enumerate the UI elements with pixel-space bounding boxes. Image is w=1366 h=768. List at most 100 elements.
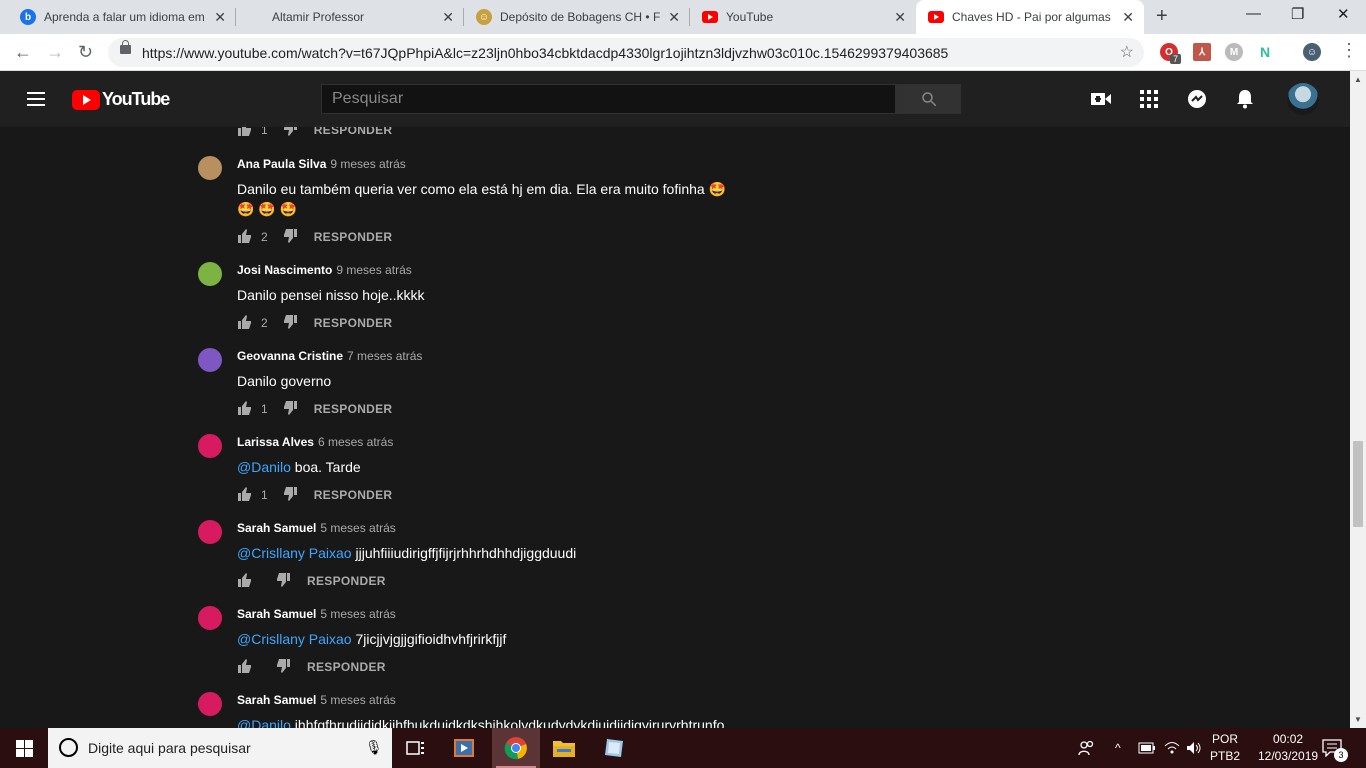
pdf-extension-icon[interactable]: ⅄ xyxy=(1193,43,1211,61)
volume-icon[interactable] xyxy=(1186,728,1202,768)
comment-mention[interactable]: @Danilo xyxy=(237,717,291,728)
comment-author[interactable]: Larissa Alves xyxy=(237,435,314,449)
mega-extension-icon[interactable]: M xyxy=(1225,43,1243,61)
comment-time[interactable]: 6 meses atrás xyxy=(318,435,393,449)
thumbs-up-icon[interactable] xyxy=(237,314,253,333)
comment-author[interactable]: Sarah Samuel xyxy=(237,521,316,535)
thumbs-down-icon[interactable] xyxy=(282,228,298,247)
thumbs-down-icon[interactable] xyxy=(282,314,298,333)
scrollbar-thumb[interactable] xyxy=(1353,441,1363,527)
comment-mention[interactable]: @Crisllany Paixao xyxy=(237,631,352,647)
page-scrollbar[interactable]: ▲ ▼ xyxy=(1350,71,1366,728)
bookmark-star-icon[interactable]: ☆ xyxy=(1120,42,1134,62)
back-arrow-icon[interactable]: ← xyxy=(14,42,32,63)
thumbs-up-icon[interactable] xyxy=(237,486,253,505)
close-tab-icon[interactable]: ✕ xyxy=(1122,9,1134,26)
reload-icon[interactable]: ↻ xyxy=(78,42,93,63)
reply-button[interactable]: RESPONDER xyxy=(314,402,393,416)
comment-text: @Crisllany Paixao jjjuhfiiiudirigffjfijr… xyxy=(237,543,757,563)
comment-author[interactable]: Josi Nascimento xyxy=(237,263,332,277)
commenter-avatar[interactable] xyxy=(198,348,222,372)
thumbs-down-icon[interactable] xyxy=(275,658,291,677)
close-tab-icon[interactable]: ✕ xyxy=(442,9,454,26)
thumbs-up-icon[interactable] xyxy=(237,658,253,677)
thumbs-down-icon[interactable] xyxy=(282,486,298,505)
media-player-icon[interactable] xyxy=(440,728,488,768)
messages-icon[interactable] xyxy=(1185,87,1209,111)
maximize-icon[interactable]: ❐ xyxy=(1291,5,1304,23)
comment-time[interactable]: 7 meses atrás xyxy=(347,349,422,363)
comment-author[interactable]: Geovanna Cristine xyxy=(237,349,343,363)
reply-button[interactable]: RESPONDER xyxy=(307,574,386,588)
close-tab-icon[interactable]: ✕ xyxy=(668,9,680,26)
account-avatar[interactable] xyxy=(1287,83,1319,115)
comment-author[interactable]: Ana Paula Silva xyxy=(237,157,326,171)
minimize-icon[interactable]: — xyxy=(1246,5,1261,22)
comment-time[interactable]: 5 meses atrás xyxy=(320,607,395,621)
profile-icon[interactable]: ☺ xyxy=(1303,43,1321,61)
address-bar[interactable]: https://www.youtube.com/watch?v=t67JQpPh… xyxy=(108,38,1144,67)
browser-tab[interactable]: b Aprenda a falar um idioma em ✕ xyxy=(8,0,236,34)
scroll-up-icon[interactable]: ▲ xyxy=(1354,75,1362,84)
scroll-down-icon[interactable]: ▼ xyxy=(1354,715,1362,724)
comment-author[interactable]: Sarah Samuel xyxy=(237,693,316,707)
menu-icon[interactable] xyxy=(27,92,45,106)
task-view-icon[interactable] xyxy=(392,728,440,768)
browser-tab[interactable]: Altamir Professor ✕ xyxy=(236,0,464,34)
comment-actions: 1 RESPONDER xyxy=(237,485,392,505)
show-hidden-icons[interactable]: ^ xyxy=(1115,728,1121,768)
taskbar-clock[interactable]: 00:02 12/03/2019 xyxy=(1258,731,1318,765)
chrome-taskbar-icon[interactable] xyxy=(492,728,540,768)
reply-button[interactable]: RESPONDER xyxy=(314,488,393,502)
chrome-menu-icon[interactable]: ⋮ xyxy=(1340,40,1358,61)
commenter-avatar[interactable] xyxy=(198,692,222,716)
browser-tab-active[interactable]: Chaves HD - Pai por algumas h ✕ xyxy=(916,0,1144,34)
commenter-avatar[interactable] xyxy=(198,434,222,458)
battery-icon[interactable] xyxy=(1138,728,1156,768)
new-tab-icon[interactable]: + xyxy=(1156,5,1168,28)
taskbar-search[interactable]: Digite aqui para pesquisar 🎙 xyxy=(48,728,392,768)
notifications-bell-icon[interactable] xyxy=(1233,87,1257,111)
commenter-avatar[interactable] xyxy=(198,520,222,544)
comment-time[interactable]: 5 meses atrás xyxy=(320,521,395,535)
browser-tab[interactable]: YouTube ✕ xyxy=(690,0,916,34)
browser-tab[interactable]: ☺ Depósito de Bobagens CH • Fó ✕ xyxy=(464,0,690,34)
action-center-icon[interactable]: 3 xyxy=(1322,728,1348,768)
commenter-avatar[interactable] xyxy=(198,156,222,180)
reply-button[interactable]: RESPONDER xyxy=(314,230,393,244)
comment-body: Danilo governo xyxy=(237,373,332,389)
notes-app-icon[interactable] xyxy=(590,728,638,768)
apps-grid-icon[interactable] xyxy=(1137,87,1161,111)
window-close-icon[interactable]: ✕ xyxy=(1337,5,1350,23)
thumbs-down-icon[interactable] xyxy=(275,572,291,591)
microphone-icon[interactable]: 🎙 xyxy=(365,739,383,756)
comment-time[interactable]: 5 meses atrás xyxy=(320,693,395,707)
wifi-icon[interactable] xyxy=(1164,728,1180,768)
comment-time[interactable]: 9 meses atrás xyxy=(336,263,411,277)
youtube-logo[interactable]: YouTube xyxy=(72,89,170,110)
close-tab-icon[interactable]: ✕ xyxy=(894,9,906,26)
people-icon[interactable] xyxy=(1078,728,1096,768)
comment-mention[interactable]: @Crisllany Paixao xyxy=(237,545,352,561)
comment-text: @Danilo boa. Tarde xyxy=(237,457,757,477)
n-extension-icon[interactable]: N xyxy=(1256,43,1274,61)
comment-time[interactable]: 9 meses atrás xyxy=(330,157,405,171)
thumbs-up-icon[interactable] xyxy=(237,400,253,419)
comment-mention[interactable]: @Danilo xyxy=(237,459,291,475)
create-video-icon[interactable] xyxy=(1089,87,1113,111)
search-button[interactable] xyxy=(896,84,961,114)
thumbs-up-icon[interactable] xyxy=(237,572,253,591)
windows-start-icon[interactable] xyxy=(0,728,48,768)
close-tab-icon[interactable]: ✕ xyxy=(214,9,226,26)
commenter-avatar[interactable] xyxy=(198,606,222,630)
thumbs-up-icon[interactable] xyxy=(237,228,253,247)
thumbs-down-icon[interactable] xyxy=(282,400,298,419)
reply-button[interactable]: RESPONDER xyxy=(314,316,393,330)
commenter-avatar[interactable] xyxy=(198,262,222,286)
file-explorer-icon[interactable] xyxy=(540,728,588,768)
comment-author[interactable]: Sarah Samuel xyxy=(237,607,316,621)
search-input[interactable] xyxy=(322,85,895,113)
input-language[interactable]: POR PTB2 xyxy=(1210,731,1240,765)
reply-button[interactable]: RESPONDER xyxy=(307,660,386,674)
forward-arrow-icon[interactable]: → xyxy=(46,42,64,63)
